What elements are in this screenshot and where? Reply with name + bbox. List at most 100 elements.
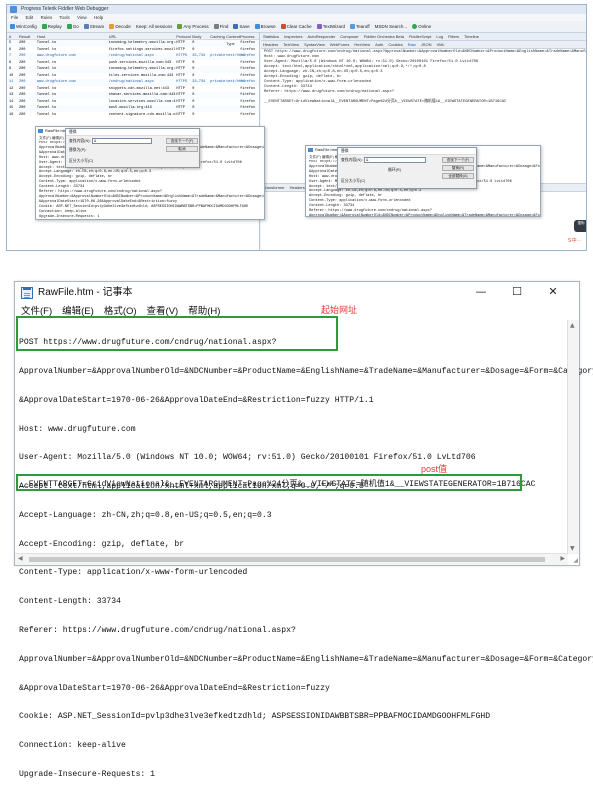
request-tabs: Headers TextView SyntaxView WebForms Hex… <box>261 41 586 49</box>
request-raw-text[interactable]: POST https://www.drugfuture.com/cndrug/n… <box>261 49 586 106</box>
col-header-protocol[interactable]: Protocol <box>176 33 192 39</box>
col-header-process[interactable]: Process <box>240 33 259 39</box>
inspector-pane: Statistics Inspectors AutoResponder Comp… <box>261 33 586 250</box>
find-next-button[interactable]: 查找下一个(F) <box>166 138 198 144</box>
toolbar-go-button[interactable]: Go <box>66 24 79 29</box>
col-header-result[interactable]: Result <box>19 33 37 39</box>
toolbar-any-process-button[interactable]: Any Process <box>177 24 209 29</box>
resp-tab-headers[interactable]: Headers <box>290 185 305 190</box>
toolbar-textwizard-button[interactable]: TextWizard <box>316 24 345 29</box>
browse-icon <box>254 24 260 29</box>
wrap-checkbox[interactable]: 循环(R) <box>388 168 401 173</box>
fiddler-menu-view[interactable]: View <box>77 15 87 20</box>
text-line: Accept-Language: zh-CN,zh;q=0.8,en-US;q=… <box>19 510 272 520</box>
resize-grip-icon[interactable]: ◢ <box>573 557 578 564</box>
tab-filters[interactable]: Filters <box>448 34 459 39</box>
scroll-left-icon[interactable]: ◀ <box>18 555 23 562</box>
fiddler-app-icon <box>10 6 17 13</box>
toolbar-clear-cache-button[interactable]: Clear Cache <box>280 24 312 29</box>
tab-cookies[interactable]: Cookies <box>388 42 402 47</box>
text-line: Connection: keep-alive <box>19 741 126 751</box>
sogou-ime-widget[interactable]: 搜狗 <box>574 220 586 232</box>
col-header-host[interactable]: Host <box>37 33 109 39</box>
fiddler-window-title: Progress Telerik Fiddler Web Debugger <box>21 6 109 12</box>
toolbar-browse-button[interactable]: Browse <box>254 24 276 29</box>
minimize-button[interactable]: — <box>463 282 499 304</box>
tab-auth[interactable]: Auth <box>375 42 383 47</box>
notepad-title: RawFile.htm - 记事本 <box>38 287 133 298</box>
toolbar-stream-button[interactable]: Stream <box>83 24 104 29</box>
tab-timeline[interactable]: Timeline <box>464 34 479 39</box>
find-what-input[interactable]: & <box>92 138 152 144</box>
text-line: Content-Type: application/x-www-form-url… <box>19 568 248 578</box>
toolbar-replay-button[interactable]: Replay <box>41 24 62 29</box>
session-cell-protocol: HTTP <box>176 112 185 117</box>
tab-log[interactable]: Log <box>436 34 443 39</box>
find-next-button-2[interactable]: 查找下一个(F) <box>442 157 474 163</box>
tab-headers[interactable]: Headers <box>263 42 278 47</box>
col-header-num[interactable]: # <box>7 33 19 39</box>
maximize-button[interactable]: ☐ <box>499 282 535 304</box>
session-cell-body: 0 <box>192 112 195 117</box>
scroll-down-icon[interactable]: ▼ <box>570 545 575 552</box>
resp-tab-transformer[interactable]: Transformer <box>263 185 285 190</box>
horizontal-scrollbar[interactable]: ◀ ▶ <box>15 553 568 565</box>
tab-fiddlerscript[interactable]: FiddlerScript <box>409 34 431 39</box>
session-row[interactable]: 16 200 Tunnel to content-signature.cdn.mozi… <box>7 112 259 119</box>
toolbar-save-button[interactable]: Save <box>233 24 250 29</box>
text-line: ApprovalNumber=&ApprovalNumberOld=&NDCNu… <box>19 654 593 664</box>
cancel-button[interactable]: 取消 <box>166 146 198 152</box>
toolbar-tearoff-button[interactable]: Tearoff <box>349 24 370 29</box>
clear-cache-icon <box>280 24 286 29</box>
match-case-checkbox-2[interactable]: 区分大小写(C) <box>341 179 365 184</box>
replace-button[interactable]: 替换(R) <box>442 165 474 171</box>
scroll-up-icon[interactable]: ▲ <box>570 322 575 329</box>
tab-json[interactable]: JSON <box>421 42 432 47</box>
fiddler-menu-help[interactable]: Help <box>94 15 103 20</box>
tab-autoresponder[interactable]: AutoResponder <box>307 34 335 39</box>
tab-xml[interactable]: XML <box>436 42 444 47</box>
col-header-content-type[interactable]: Content-Type <box>226 33 241 46</box>
tab-inspectors[interactable]: Inspectors <box>284 34 302 39</box>
tab-statistics[interactable]: Statistics <box>263 34 279 39</box>
fiddler-menu-rules[interactable]: Rules <box>41 15 53 20</box>
toolbar-online-indicator: Online <box>412 24 431 29</box>
scroll-right-icon[interactable]: ▶ <box>560 555 565 562</box>
fiddler-menu-tools[interactable]: Tools <box>59 15 70 20</box>
decode-icon <box>109 24 115 29</box>
close-button[interactable]: ✕ <box>535 282 571 304</box>
fiddler-title-bar: Progress Telerik Fiddler Web Debugger <box>7 5 586 14</box>
tab-syntaxview[interactable]: SyntaxView <box>304 42 325 47</box>
tab-webforms[interactable]: WebForms <box>330 42 349 47</box>
text-line: &ApprovalDateStart=1970-06-26&ApprovalDa… <box>19 683 330 693</box>
col-header-body[interactable]: Body <box>192 33 210 39</box>
tab-textview[interactable]: TextView <box>283 42 299 47</box>
ime-tray[interactable]: S中·· <box>568 237 586 245</box>
start-url-highlight-box <box>16 316 338 351</box>
vertical-scrollbar[interactable]: ▲ ▼ <box>567 320 579 554</box>
toolbar-find-button[interactable]: Find <box>213 24 228 29</box>
toolbar-keep-sessions-dropdown[interactable]: Keep: All sessions <box>136 24 173 29</box>
col-header-url[interactable]: URL <box>109 33 177 39</box>
session-list-header: # Result Host URL Protocol Body Caching … <box>7 33 259 46</box>
fiddler-menu-edit[interactable]: Edit <box>26 15 34 20</box>
toolbar-decode-button[interactable]: Decode <box>109 24 131 29</box>
tab-raw[interactable]: Raw <box>408 42 416 47</box>
text-line: Upgrade-Insecure-Requests: 1 <box>19 769 155 779</box>
tab-composer[interactable]: Composer <box>340 34 358 39</box>
fiddler-menu-file[interactable]: File <box>11 15 18 20</box>
start-url-annotation: 起始网址 <box>321 305 358 315</box>
toolbar-msdn-search-input[interactable]: MSDN Search... <box>375 24 408 29</box>
inspector-top-tabs: Statistics Inspectors AutoResponder Comp… <box>261 33 586 41</box>
col-header-caching[interactable]: Caching <box>210 33 226 39</box>
replace-all-button[interactable]: 全部替换(A) <box>442 173 474 179</box>
toolbar-winconfig-button[interactable]: WinConfig <box>10 24 37 29</box>
match-case-checkbox[interactable]: 区分大小写(C) <box>69 159 93 164</box>
text-line: User-Agent: Mozilla/5.0 (Windows NT 10.0… <box>19 453 476 463</box>
horizontal-scroll-thumb[interactable] <box>29 557 545 562</box>
tab-hexview[interactable]: HexView <box>354 42 370 47</box>
stream-icon <box>83 24 89 29</box>
find-what-input-2[interactable]: & <box>364 157 426 163</box>
tab-fiddler-orchestra[interactable]: Fiddler Orchestra Beta <box>364 34 404 39</box>
notepad-title-bar: RawFile.htm - 记事本 — ☐ ✕ <box>15 282 579 304</box>
